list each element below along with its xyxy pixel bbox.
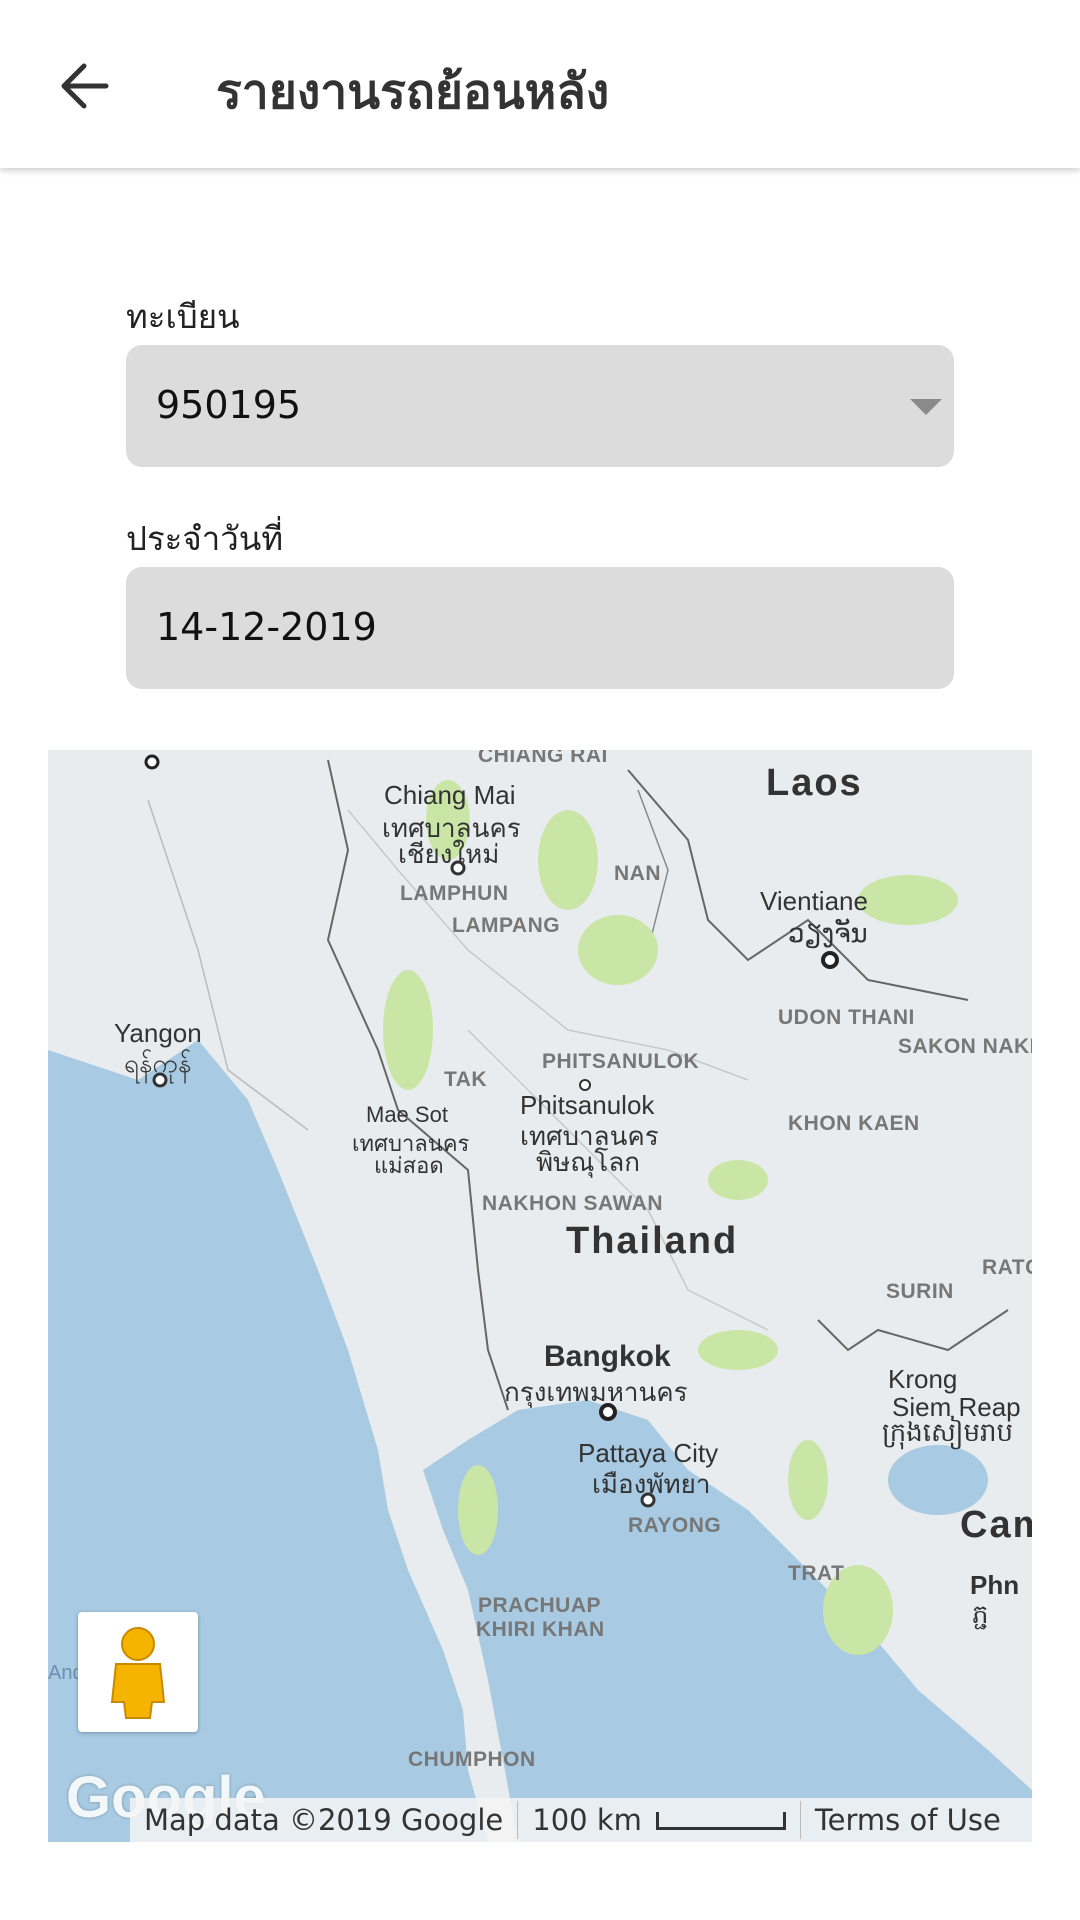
- map-label-pattaya-th: เมืองพัทยา: [592, 1469, 711, 1499]
- map-label-chiang-rai: CHIANG RAI: [478, 750, 608, 767]
- chevron-down-icon: [910, 399, 942, 415]
- plate-select[interactable]: 950195: [126, 345, 954, 467]
- map-label-chiang-mai: Chiang Mai: [384, 780, 516, 810]
- map-label-mae-sot: Mae Sot: [366, 1102, 448, 1127]
- map-label-trat: TRAT: [788, 1562, 845, 1585]
- map-label-bangkok: Bangkok: [544, 1340, 671, 1373]
- map-label-nakhon-sawan: NAKHON SAWAN: [482, 1192, 664, 1215]
- map-label-sakon: SAKON NAKH: [898, 1035, 1032, 1058]
- plate-value: 950195: [156, 383, 302, 427]
- map-label-chiang-mai-th2: เชียงใหม่: [398, 839, 500, 869]
- scale-bar: [655, 1812, 786, 1830]
- map-label-lamphun: LAMPHUN: [400, 882, 509, 905]
- map-label-yangon-my: ရန်ကုန်: [124, 1048, 192, 1078]
- map-scale: 100 km: [518, 1803, 800, 1837]
- terms-link[interactable]: Terms of Use: [801, 1803, 1015, 1837]
- map-label-yangon: Yangon: [114, 1018, 202, 1048]
- date-label: ประจำวันที่: [126, 519, 284, 558]
- pegman-icon: [110, 1627, 166, 1719]
- map-label-cam: Cam: [960, 1504, 1032, 1546]
- map-label-phn-km: ភ្ជ: [972, 1599, 989, 1629]
- map-label-laos: Laos: [766, 762, 863, 804]
- map-view[interactable]: CHIANG RAI Laos Chiang Mai เทศบาลนคร เชี…: [48, 750, 1032, 1842]
- map-label-ratc: RATC: [982, 1256, 1032, 1279]
- map-label-nan: NAN: [614, 862, 661, 885]
- arrow-left-icon[interactable]: [56, 58, 112, 114]
- map-label-bangkok-th: กรุงเทพมหานคร: [504, 1377, 688, 1407]
- map-label-krong: Krong: [888, 1364, 958, 1394]
- map-label-mae-sot-th2: แม่สอด: [374, 1153, 444, 1178]
- page-title: รายงานรถย้อนหลัง: [216, 64, 610, 120]
- pegman-button[interactable]: [78, 1612, 198, 1732]
- map-attribution-bar: Map data ©2019 Google 100 km Terms of Us…: [130, 1798, 1032, 1842]
- scale-label: 100 km: [532, 1803, 642, 1837]
- map-label-phn: Phn: [970, 1570, 1020, 1600]
- date-value: 14-12-2019: [156, 605, 377, 649]
- map-label-thailand: Thailand: [566, 1220, 739, 1262]
- map-label-udon-thani: UDON THANI: [778, 1006, 915, 1029]
- map-label-vientiane-lo: ວຽງຈັນ: [788, 918, 868, 948]
- map-label-phitsanulok-th2: พิษณุโลก: [536, 1147, 641, 1177]
- map-label-siem-reap-km: ក្រុងសៀមរាប: [882, 1417, 1014, 1447]
- app-bar: รายงานรถย้อนหลัง: [0, 0, 1080, 168]
- map-attribution: Map data ©2019 Google: [144, 1803, 504, 1837]
- map-label-khiri-khan: KHIRI KHAN: [476, 1618, 605, 1641]
- map-label-vientiane: Vientiane: [760, 886, 868, 916]
- map-label-rayong: RAYONG: [628, 1514, 722, 1537]
- map-label-khon-kaen: KHON KAEN: [788, 1112, 920, 1135]
- map-label-surin: SURIN: [886, 1280, 954, 1303]
- map-label-prachuap: PRACHUAP: [478, 1594, 602, 1617]
- plate-label: ทะเบียน: [126, 297, 240, 336]
- map-label-chumphon: CHUMPHON: [408, 1748, 536, 1771]
- map-label-lampang: LAMPANG: [452, 914, 561, 937]
- map-label-phitsanulok-prov: PHITSANULOK: [542, 1050, 700, 1073]
- date-field[interactable]: 14-12-2019: [126, 567, 954, 689]
- map-label-tak: TAK: [444, 1068, 488, 1091]
